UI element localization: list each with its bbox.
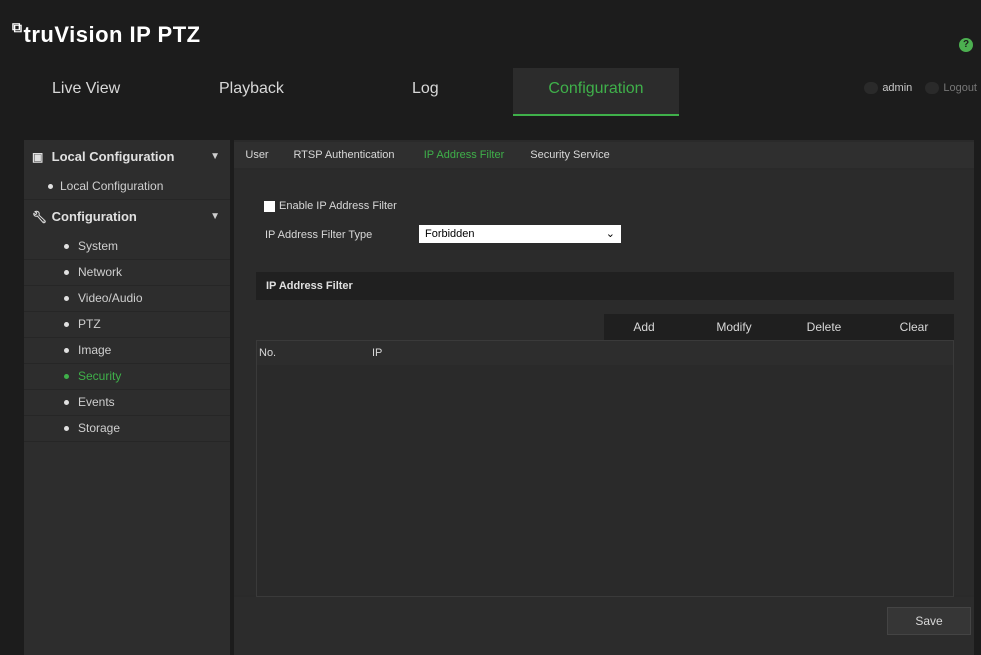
sidebar-item-security[interactable]: Security [24, 364, 230, 390]
user-area: admin Logout [864, 82, 977, 95]
chevron-down-icon: ▼ [210, 151, 220, 162]
footer-bar: Save [234, 597, 974, 655]
main-nav: Live View Playback Log Configuration [0, 68, 981, 120]
app-header: ⧉truVision IP PTZ ? Live View Playback L… [0, 0, 981, 120]
sidebar-section-label: Configuration [51, 209, 137, 224]
sidebar-item-events[interactable]: Events [24, 390, 230, 416]
logo-text: truVision IP PTZ [23, 22, 201, 47]
table-body [257, 365, 953, 596]
nav-live-view[interactable]: Live View [52, 68, 120, 114]
sidebar-item-image[interactable]: Image [24, 338, 230, 364]
bullet-icon [64, 244, 69, 249]
monitor-icon: ▣ [32, 150, 44, 164]
sidebar-item-video-audio[interactable]: Video/Audio [24, 286, 230, 312]
delete-button[interactable]: Delete [784, 314, 864, 340]
sidebar-item-label: Image [78, 343, 112, 357]
bullet-icon [64, 348, 69, 353]
column-header-no: No. [259, 347, 277, 359]
sidebar-item-label: Events [78, 395, 115, 409]
bullet-icon [64, 374, 69, 379]
filter-type-select[interactable]: Forbidden ⌄ [419, 225, 621, 243]
logo-mark: ⧉ [12, 19, 23, 35]
tab-ip-address-filter[interactable]: IP Address Filter [414, 142, 514, 168]
filter-type-label: IP Address Filter Type [265, 229, 373, 241]
ip-filter-table: No. IP [256, 340, 954, 597]
sidebar-item-storage[interactable]: Storage [24, 416, 230, 442]
filter-type-value: Forbidden [425, 228, 475, 240]
bullet-icon [64, 322, 69, 327]
content-area: User RTSP Authentication IP Address Filt… [234, 140, 974, 655]
username: admin [882, 82, 913, 94]
nav-log[interactable]: Log [412, 68, 439, 114]
bullet-icon [64, 270, 69, 275]
sidebar-section-local[interactable]: ▣ Local Configuration ▼ [24, 140, 230, 174]
sidebar-item-network[interactable]: Network [24, 260, 230, 286]
chevron-down-icon: ⌄ [605, 228, 615, 240]
filter-section-title: IP Address Filter [256, 272, 954, 300]
table-header: No. IP [257, 341, 953, 366]
bullet-icon [48, 184, 53, 189]
user-icon [864, 82, 879, 95]
enable-filter-row: Enable IP Address Filter [264, 200, 397, 212]
enable-filter-label: Enable IP Address Filter [279, 200, 397, 212]
logout-icon [925, 82, 940, 95]
tab-bar: User RTSP Authentication IP Address Filt… [234, 142, 974, 168]
ip-filter-panel: Enable IP Address Filter IP Address Filt… [234, 170, 974, 597]
tab-rtsp-authentication[interactable]: RTSP Authentication [278, 142, 410, 168]
filter-actions: Add Modify Delete Clear [604, 314, 954, 340]
tab-security-service[interactable]: Security Service [520, 142, 620, 168]
enable-filter-checkbox[interactable] [264, 200, 275, 212]
bullet-icon [64, 426, 69, 431]
sidebar: ▣ Local Configuration ▼ Local Configurat… [24, 140, 230, 655]
app-logo: ⧉truVision IP PTZ [12, 19, 201, 48]
wrench-icon: 🔧︎ [32, 210, 48, 224]
sidebar-item-ptz[interactable]: PTZ [24, 312, 230, 338]
sidebar-item-label: Security [78, 369, 122, 383]
sidebar-item-label: Storage [78, 421, 121, 435]
sidebar-item-system[interactable]: System [24, 234, 230, 260]
sidebar-section-label: Local Configuration [51, 149, 175, 164]
bullet-icon [64, 296, 69, 301]
column-header-ip: IP [372, 347, 383, 359]
sidebar-item-label: Network [78, 265, 123, 279]
add-button[interactable]: Add [604, 314, 684, 340]
nav-configuration[interactable]: Configuration [513, 68, 679, 116]
logout-link[interactable]: Logout [925, 82, 977, 95]
logout-label: Logout [943, 82, 977, 94]
sidebar-section-configuration[interactable]: 🔧︎ Configuration ▼ [24, 200, 230, 234]
sidebar-item-label: Video/Audio [78, 291, 143, 305]
sidebar-item-label: Local Configuration [60, 179, 164, 193]
sidebar-item-label: System [78, 239, 119, 253]
sidebar-item-local-configuration[interactable]: Local Configuration [24, 174, 230, 200]
help-icon[interactable]: ? [959, 38, 973, 52]
bullet-icon [64, 400, 69, 405]
tab-user[interactable]: User [242, 142, 272, 168]
save-button[interactable]: Save [887, 607, 971, 635]
nav-playback[interactable]: Playback [219, 68, 284, 114]
chevron-down-icon: ▼ [210, 211, 220, 222]
sidebar-item-label: PTZ [78, 317, 101, 331]
modify-button[interactable]: Modify [694, 314, 774, 340]
clear-button[interactable]: Clear [874, 314, 954, 340]
